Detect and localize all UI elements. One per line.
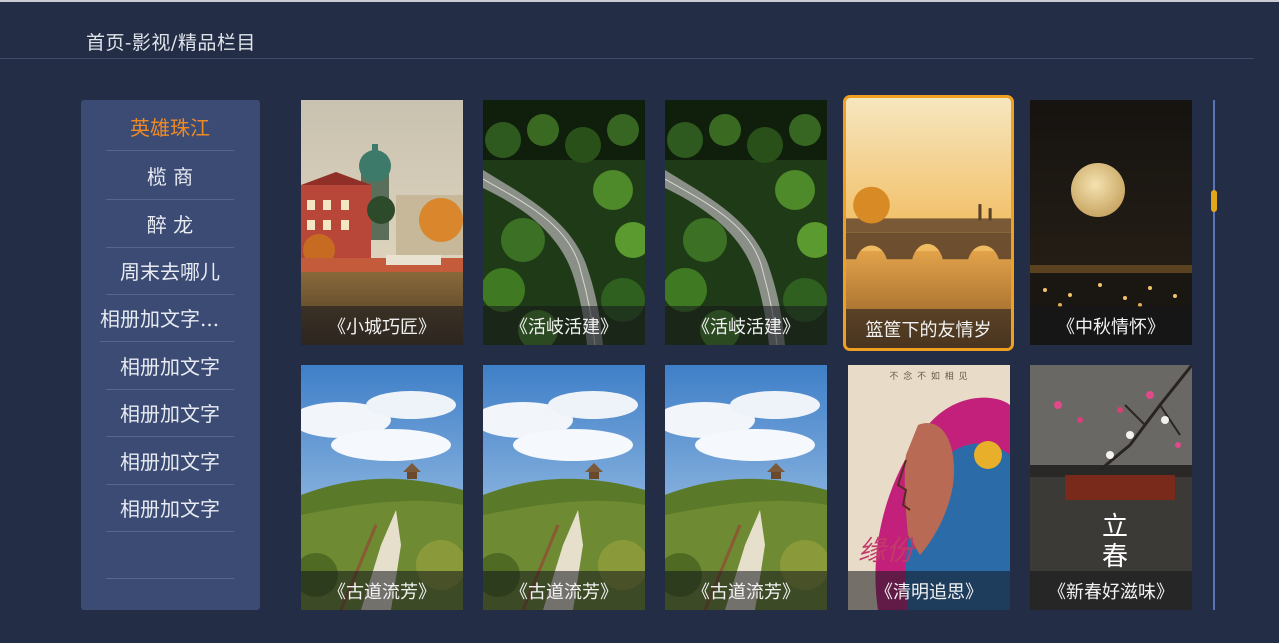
scrollbar-track[interactable] bbox=[1213, 100, 1215, 610]
poster-char-2: 春 bbox=[1102, 542, 1128, 572]
sidebar-item-album-text-2[interactable]: 相册加文字 bbox=[106, 342, 234, 390]
video-card-basketball-friendship[interactable]: 篮筐下的友情岁 bbox=[843, 95, 1014, 351]
card-title: 《古道流芳》 bbox=[483, 571, 645, 610]
video-card-ancient-trail-1[interactable]: 《古道流芳》 bbox=[301, 365, 463, 610]
sidebar-item-label: 相册加文字 bbox=[120, 450, 220, 474]
card-title: 《古道流芳》 bbox=[665, 571, 827, 610]
card-title: 《活岐活建》 bbox=[665, 306, 827, 345]
scrollbar-thumb[interactable] bbox=[1211, 190, 1217, 212]
sidebar-item-label: 相册加文字... bbox=[100, 307, 220, 331]
sidebar-item-label: 榄 商 bbox=[146, 165, 194, 189]
sidebar-item-label: 周末去哪儿 bbox=[120, 260, 220, 284]
sidebar-item-label: 相册加文字 bbox=[120, 355, 220, 379]
card-title: 《小城巧匠》 bbox=[301, 306, 463, 345]
video-card-small-town-craftsman[interactable]: 《小城巧匠》 bbox=[301, 100, 463, 345]
category-sidebar: 英雄珠江 榄 商 醉 龙 周末去哪儿 相册加文字... 相册加文字 相册加文字 … bbox=[81, 100, 260, 610]
card-title: 《新春好滋味》 bbox=[1030, 571, 1192, 610]
breadcrumb: 首页-影视/精品栏目 bbox=[86, 32, 256, 54]
poster-char-1: 立 bbox=[1102, 512, 1128, 542]
video-card-forest-road-2[interactable]: 《活岐活建》 bbox=[665, 100, 827, 345]
card-title: 《古道流芳》 bbox=[301, 571, 463, 610]
video-card-qingming[interactable]: 不 念 不 如 相 见 缘份 《清明追思》 bbox=[848, 365, 1010, 610]
page-header: 首页-影视/精品栏目 bbox=[0, 2, 1254, 59]
sidebar-item-label: 相册加文字 bbox=[120, 497, 220, 521]
poster-top-text: 不 念 不 如 相 见 bbox=[889, 370, 968, 382]
sidebar-item-label: 相册加文字 bbox=[120, 402, 220, 426]
video-card-spring-festival[interactable]: 立 春 《新春好滋味》 bbox=[1030, 365, 1192, 610]
sidebar-item-olive-merchant[interactable]: 榄 商 bbox=[106, 152, 234, 200]
sidebar-item-album-text-1[interactable]: 相册加文字... bbox=[100, 294, 234, 342]
card-title: 《中秋情怀》 bbox=[1030, 306, 1192, 345]
card-title: 《活岐活建》 bbox=[483, 306, 645, 345]
sidebar-item-hero-pearl-river[interactable]: 英雄珠江 bbox=[106, 103, 234, 151]
video-card-mid-autumn[interactable]: 《中秋情怀》 bbox=[1030, 100, 1192, 345]
video-card-ancient-trail-2[interactable]: 《古道流芳》 bbox=[483, 365, 645, 610]
sidebar-item-album-text-4[interactable]: 相册加文字 bbox=[106, 437, 234, 485]
sidebar-item-weekend-trip[interactable]: 周末去哪儿 bbox=[106, 247, 234, 295]
sidebar-item-drunken-dragon[interactable]: 醉 龙 bbox=[106, 200, 234, 248]
sidebar-item-label: 醉 龙 bbox=[146, 213, 194, 237]
sidebar-item-album-text-3[interactable]: 相册加文字 bbox=[106, 389, 234, 437]
sidebar-item-album-text-5[interactable]: 相册加文字 bbox=[106, 484, 234, 532]
sidebar-divider bbox=[106, 578, 234, 579]
card-title: 篮筐下的友情岁 bbox=[846, 309, 1011, 348]
video-card-ancient-trail-3[interactable]: 《古道流芳》 bbox=[665, 365, 827, 610]
sidebar-item-label: 英雄珠江 bbox=[130, 116, 210, 140]
video-card-forest-road-1[interactable]: 《活岐活建》 bbox=[483, 100, 645, 345]
card-title: 《清明追思》 bbox=[848, 571, 1010, 610]
poster-big-text: 缘份 bbox=[858, 534, 917, 567]
